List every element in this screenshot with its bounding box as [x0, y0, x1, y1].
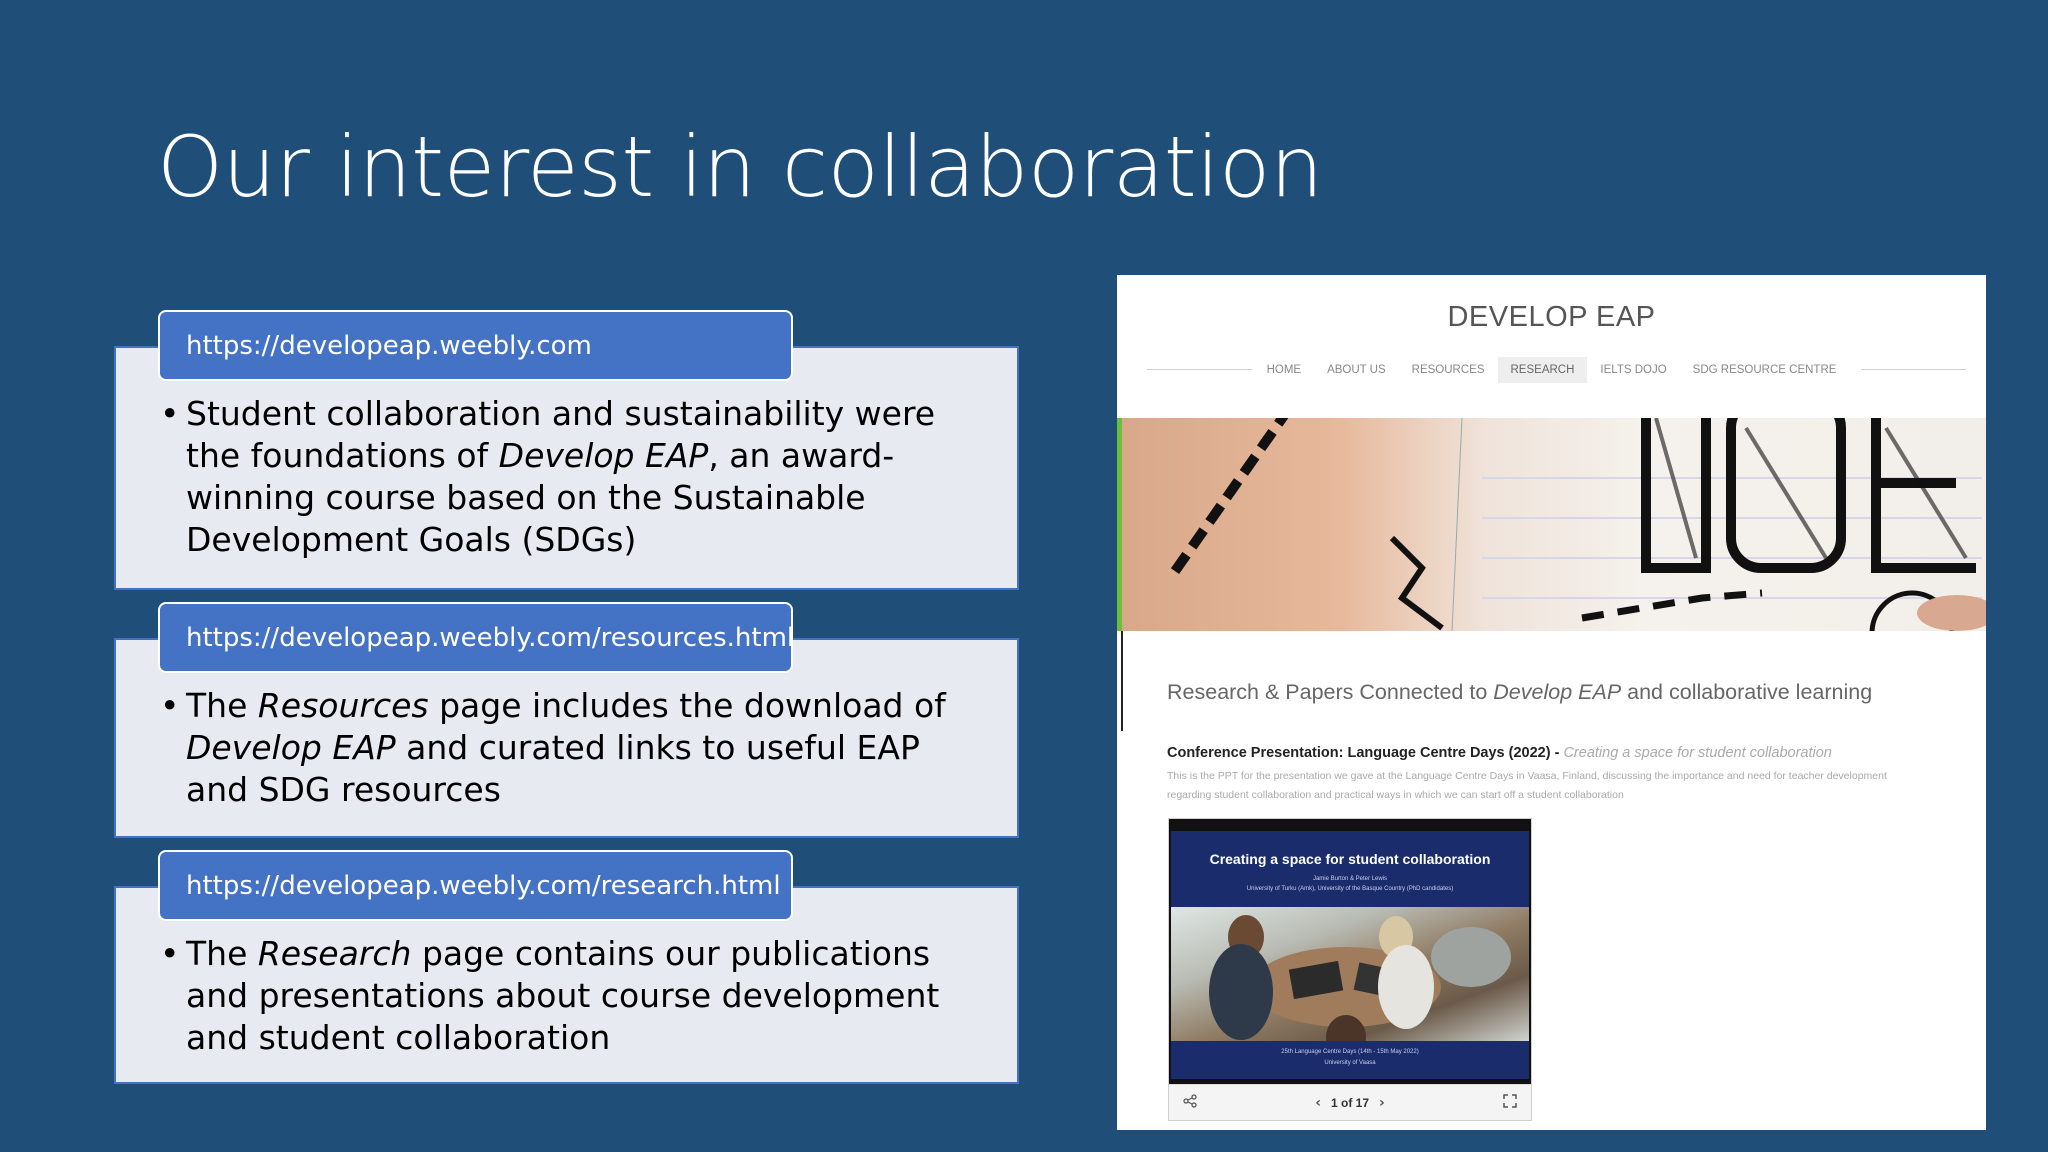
bullet-icon: •	[160, 686, 180, 725]
viewer-slide-footer: 25th Language Centre Days (14th - 15th M…	[1281, 1049, 1419, 1066]
banner-vertical-text	[1462, 418, 1542, 631]
fullscreen-icon[interactable]	[1503, 1093, 1517, 1112]
slide-title: Our interest in collaboration	[157, 118, 1323, 216]
chevron-left-icon[interactable]: ‹	[1315, 1095, 1321, 1111]
viewer-slide-authors: Jamie Burton & Peter Lewis	[1312, 876, 1388, 882]
site-title[interactable]: DEVELOP EAP	[1117, 301, 1986, 334]
viewer-slide-affiliation: University of Turku (Amk), University of…	[1246, 886, 1454, 892]
nav-item-ielts-dojo[interactable]: IELTS DOJO	[1587, 357, 1679, 383]
conference-title: Conference Presentation: Language Centre…	[1167, 745, 1832, 761]
photo-illustration	[1209, 915, 1511, 1041]
chevron-right-icon[interactable]: ›	[1379, 1095, 1385, 1111]
viewer-slide-photo	[1171, 907, 1529, 1041]
research-heading: Research & Papers Connected to Develop E…	[1167, 680, 1873, 704]
site-nav: HOME ABOUT US RESOURCES RESEARCH IELTS D…	[1117, 355, 1986, 385]
viewer-pagination: ‹ 1 of 17 ›	[1315, 1095, 1385, 1111]
banner-lettering	[1641, 418, 1976, 573]
nav-item-resources[interactable]: RESOURCES	[1399, 357, 1498, 383]
website-screenshot: DEVELOP EAP HOME ABOUT US RESOURCES RESE…	[1117, 275, 1986, 1130]
bullet-icon: •	[160, 934, 180, 973]
card-url-2[interactable]: https://developeap.weebly.com/resources.…	[158, 602, 794, 673]
card-text-1: • Student collaboration and sustainabili…	[160, 394, 936, 559]
bullet-icon: •	[160, 394, 180, 433]
page-indicator: 1 of 17	[1330, 1095, 1369, 1110]
viewer-slide-title: Creating a space for student collaborati…	[1209, 851, 1491, 867]
card-url-3[interactable]: https://developeap.weebly.com/research.h…	[158, 850, 793, 921]
nav-item-about-us[interactable]: ABOUT US	[1314, 357, 1399, 383]
text-cursor	[1121, 631, 1123, 731]
share-icon[interactable]	[1183, 1093, 1197, 1112]
viewer-toolbar: ‹ 1 of 17 ›	[1169, 1084, 1531, 1120]
card-text-3: • The Research page contains our publica…	[160, 934, 940, 1057]
nav-item-sdg-resource-centre[interactable]: SDG RESOURCE CENTRE	[1680, 357, 1850, 383]
card-text-2: • The Resources page includes the downlo…	[160, 686, 946, 809]
conference-description: This is the PPT for the presentation we …	[1167, 770, 1887, 801]
card-url-1[interactable]: https://developeap.weebly.com	[158, 310, 793, 381]
viewer-slide: Creating a space for student collaborati…	[1171, 831, 1529, 1079]
banner-image	[1122, 418, 1986, 631]
nav-item-home[interactable]: HOME	[1254, 357, 1315, 383]
nav-item-research[interactable]: RESEARCH	[1497, 357, 1588, 383]
presentation-viewer[interactable]: Creating a space for student collaborati…	[1168, 818, 1532, 1121]
